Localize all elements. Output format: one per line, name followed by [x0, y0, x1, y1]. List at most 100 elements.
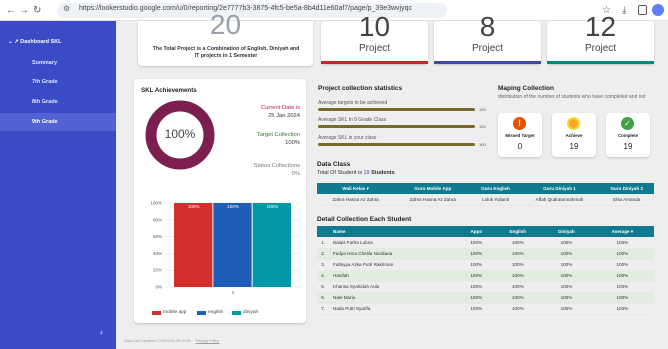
detail-title: Detail Collection Each Student — [317, 216, 412, 223]
column-header[interactable]: Guru Mobile App — [394, 183, 472, 194]
y-tick-label: 40% — [153, 251, 162, 256]
bar-value-label: 100% — [188, 204, 200, 209]
stats-title: Project collection statistics — [318, 85, 403, 92]
column-header[interactable]: Guru Diniyah 2 — [599, 183, 654, 194]
stats-bar — [318, 125, 475, 128]
column-header[interactable]: Guru Diniyah 1 — [519, 183, 600, 194]
column-header[interactable]: Wali Kelas ▾ — [317, 183, 395, 194]
legend-swatch — [232, 311, 241, 315]
bar-value-label: 100% — [267, 204, 279, 209]
bar-diniyah — [252, 203, 291, 287]
cell-diniyah: 100% — [542, 237, 591, 249]
project-count: 8 — [479, 11, 496, 42]
table-row: 7. Nada Putri Syarifa 100% 100% 100% 100% — [317, 303, 654, 315]
table-row: 3. Fathiyya Azka Putri Rakhman 100% 100% 100… — [317, 259, 654, 271]
cell-no: 1. — [317, 237, 329, 249]
column-header[interactable]: Average ▾ — [590, 226, 654, 237]
sidebar-item-7th-grade[interactable]: 7th Grade — [0, 73, 116, 91]
legend-label: diniyah — [243, 310, 259, 315]
dataclass-table: Wali Kelas ▾ Guru Mobile App Guru Englis… — [317, 183, 654, 206]
reload-icon[interactable]: ↻ — [33, 4, 41, 17]
y-tick-label: 80% — [153, 217, 162, 222]
table-row: 1. Balqis Farha Lubna 100% 100% 100% 100% — [317, 237, 654, 249]
stats-bar — [318, 143, 475, 146]
table-row: 6. Nael Maria 100% 100% 100% 100% — [317, 292, 654, 304]
target-collection-label: Target Collection — [256, 132, 300, 138]
project-label: Project — [584, 43, 617, 54]
mapping-label: Complete — [617, 133, 638, 138]
cell-apps: 100% — [459, 303, 494, 315]
cell-english: 100% — [493, 259, 543, 271]
dataclass-title: Data Class — [317, 161, 351, 168]
alert-icon: ! — [513, 117, 526, 130]
trend-icon: ↗ — [14, 39, 19, 45]
project-count: 10 — [358, 11, 391, 42]
stats-label: Average SKL In 9 Grade Class — [318, 117, 387, 123]
cell-avg: 100% — [590, 248, 654, 260]
footer: Data Last Updated: 1/25/2024 09:10:05 Pr… — [124, 339, 220, 343]
student-count: 19 — [363, 170, 370, 176]
column-header[interactable]: Diniyah — [542, 226, 591, 237]
mapping-label: Achieve — [565, 133, 583, 138]
total-project-desc: The Total Project is a Combination of En… — [152, 46, 300, 59]
project-count: 12 — [584, 11, 617, 42]
sidebar-item-9th-grade[interactable]: 9th Grade — [0, 113, 116, 131]
project-accent-bar — [321, 61, 428, 64]
column-header[interactable]: Apps — [459, 226, 494, 237]
table-row: Zahra Hasna Az Zahra Zahra Hasna Az Zahr… — [317, 194, 654, 206]
cell-english: 100% — [493, 303, 543, 315]
stats-value: 100 — [479, 124, 486, 129]
cell-apps: 100% — [459, 259, 494, 271]
cell-apps: 100% — [459, 248, 494, 260]
cell-avg: 100% — [590, 303, 654, 315]
target-collection-value: 100% — [285, 140, 300, 146]
mapping-value: 0 — [517, 142, 523, 151]
mapping-label: Missed Target — [505, 133, 535, 138]
column-header[interactable]: Guru English — [471, 183, 520, 194]
y-tick-label: 0% — [155, 285, 162, 290]
cell-name: Nael Maria — [329, 292, 459, 304]
cell-no: 7. — [317, 303, 329, 315]
mapping-desc: distribution of the number of students w… — [498, 94, 646, 100]
missed-target-card: ! Missed Target 0 — [498, 113, 542, 157]
project-label: Project — [358, 43, 391, 54]
privacy-link[interactable]: Privacy Policy — [196, 339, 220, 343]
total-project-card: 20 The Total Project is a Combination of… — [138, 9, 313, 66]
back-icon[interactable]: ← — [6, 4, 16, 17]
cell-english: 100% — [493, 270, 543, 282]
cell-diniyah: 100% — [542, 248, 591, 260]
cell-no: 4. — [317, 270, 329, 282]
legend-label: mobile app — [163, 310, 187, 315]
project-card-mobile: 10 Project — [321, 11, 428, 64]
sidebar-item-summary[interactable]: Summary — [0, 54, 116, 72]
collapse-icon[interactable]: ‹ — [100, 327, 103, 337]
cell-name: Fadya Isma Chelila Nurdiana — [329, 248, 459, 260]
project-card-diniyah: 12 Project — [547, 11, 654, 64]
cell-name: Nada Putri Syarifa — [329, 303, 459, 315]
cell-diniyah: 100% — [542, 292, 591, 304]
legend-label: english — [208, 310, 224, 315]
sidebar: ⌄ ↗ Dashboard SKL Summary 7th Grade 8th … — [0, 21, 116, 349]
project-card-english: 8 Project — [434, 11, 541, 64]
dataclass-sub: Total Of Student is 19 Students — [317, 170, 395, 176]
current-date-value: 25 Jan 2024 — [268, 113, 300, 119]
y-tick-label: 60% — [153, 234, 162, 239]
cell-diniyah: 100% — [542, 281, 591, 293]
chevron-down-icon: ⌄ — [8, 39, 13, 45]
sidebar-item-8th-grade[interactable]: 8th Grade — [0, 93, 116, 111]
forward-icon[interactable]: → — [19, 4, 29, 17]
column-header[interactable]: Name — [329, 226, 459, 237]
cell-apps: 100% — [459, 292, 494, 304]
cell-diniyah: 100% — [542, 303, 591, 315]
current-date-label: Current Date is — [261, 105, 300, 111]
stats-bar — [318, 108, 475, 111]
cell-avg: 100% — [590, 281, 654, 293]
site-info-icon[interactable]: ⚙ — [63, 4, 70, 13]
x-tick-label: s — [232, 290, 235, 295]
cell-diniyah: 100% — [542, 259, 591, 271]
status-collections-value: 0% — [291, 171, 300, 177]
cell-name: Khansa Syahidah Aula — [329, 281, 459, 293]
cell-english: 100% — [493, 237, 543, 249]
sidebar-title[interactable]: ⌄ ↗ Dashboard SKL — [8, 39, 62, 45]
column-header[interactable]: English — [493, 226, 543, 237]
